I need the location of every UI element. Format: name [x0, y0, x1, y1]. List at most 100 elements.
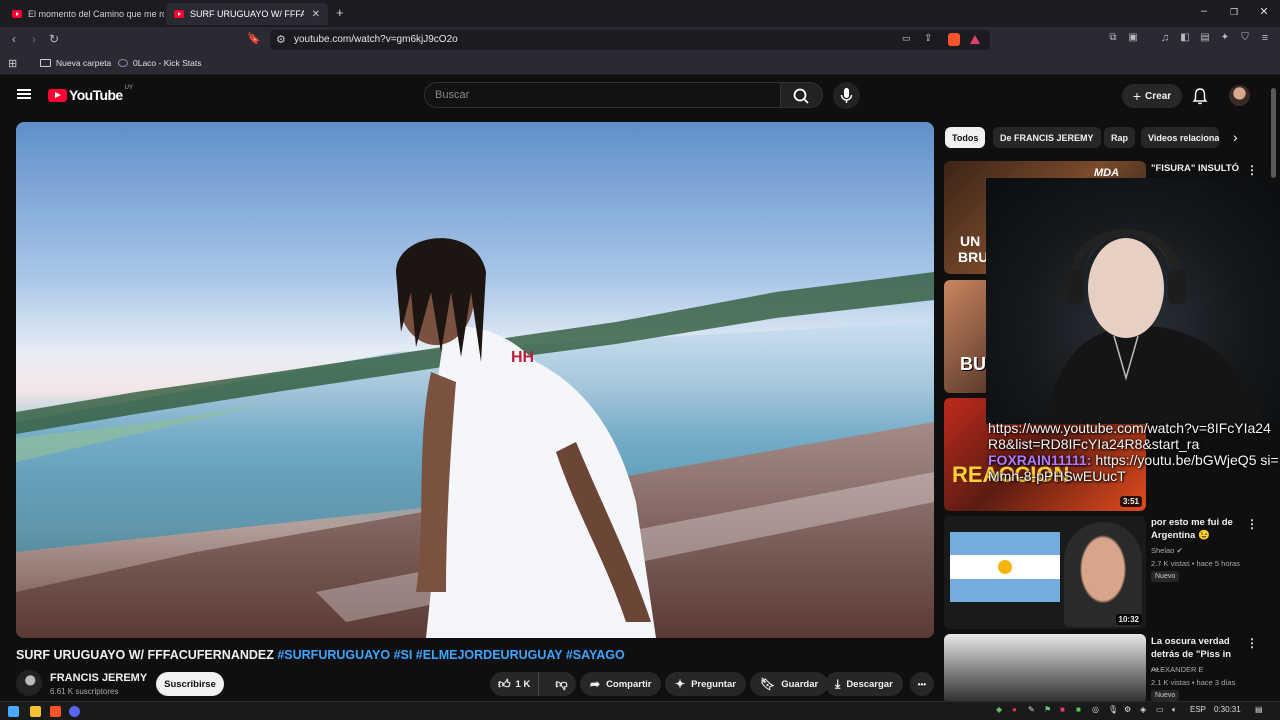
save-button[interactable]: 🔖︎ Guardar: [750, 672, 829, 696]
create-button[interactable]: + Crear: [1122, 84, 1182, 108]
minimize-icon[interactable]: –: [1196, 5, 1212, 17]
restore-icon[interactable]: ❐: [1226, 7, 1242, 18]
tab-label: SURF URUGUAYO W/ FFFACUFER: [190, 9, 304, 19]
scrollbar-thumb[interactable]: [1271, 88, 1276, 178]
folder-icon: [40, 59, 51, 67]
site-settings-icon[interactable]: ⚙: [276, 33, 286, 46]
search-input[interactable]: Buscar: [424, 82, 781, 108]
share-icon[interactable]: ⇪: [924, 33, 932, 44]
menu-icon[interactable]: ≡: [1257, 32, 1273, 44]
brave-rewards-icon[interactable]: [970, 35, 980, 44]
clock[interactable]: 0:30:31: [1214, 705, 1241, 714]
search-icon: [793, 88, 809, 104]
link-icon: [118, 59, 128, 67]
windows-start-icon[interactable]: [8, 706, 19, 717]
video-hashtags[interactable]: #SURFURUGUAYO #SI #ELMEJORDEURUGUAY #SAY…: [277, 648, 624, 662]
more-actions-button[interactable]: •••: [910, 672, 934, 696]
subscribe-button[interactable]: Suscribirse: [156, 672, 224, 696]
save-label: Guardar: [781, 678, 819, 690]
browser-tab[interactable]: El momento del Camino que me rom: [4, 3, 164, 25]
apps-grid-icon[interactable]: ⊞: [8, 57, 17, 70]
bookmark-folder[interactable]: Nueva carpeta: [40, 58, 111, 68]
sidebar-icon[interactable]: ◧: [1177, 32, 1193, 43]
ask-button[interactable]: ✦ Preguntar: [665, 672, 746, 696]
tray-icon[interactable]: ■: [1060, 705, 1065, 714]
share-label: Compartir: [606, 678, 652, 690]
language-indicator[interactable]: ESP: [1190, 705, 1206, 714]
brave-browser-icon[interactable]: [50, 706, 61, 717]
discord-icon[interactable]: [69, 706, 80, 717]
new-badge: Nuevo: [1151, 571, 1180, 582]
recommendation-thumbnail[interactable]: [944, 634, 1146, 704]
youtube-logo[interactable]: YouTube UY: [48, 85, 133, 103]
address-bar[interactable]: youtube.com/watch?v=gm6kjJ9cO2o: [270, 30, 990, 50]
forward-icon[interactable]: ›: [26, 32, 42, 46]
page-scrollbar[interactable]: [1271, 88, 1276, 698]
video-duration: 10:32: [1115, 614, 1142, 625]
voice-search-button[interactable]: [833, 82, 860, 109]
wallet-icon[interactable]: ▤: [1197, 32, 1213, 43]
microphone-tray-icon[interactable]: 🎙︎: [1108, 705, 1118, 714]
notifications-icon[interactable]: ▤: [1255, 705, 1263, 714]
youtube-play-icon: [48, 88, 67, 102]
video-title-text: SURF URUGUAYO W/ FFFACUFERNANDEZ: [16, 648, 278, 662]
recommendation-title[interactable]: por esto me fui de Argentina 😉: [1151, 516, 1241, 542]
bookmark-save-icon: 🔖︎: [760, 677, 776, 691]
bookmark-link[interactable]: 0Laco - Kick Stats: [118, 58, 202, 68]
file-explorer-icon[interactable]: [30, 706, 41, 717]
back-icon[interactable]: ‹: [6, 32, 22, 46]
tray-icon[interactable]: ✎: [1028, 705, 1035, 714]
ai-icon[interactable]: ✦: [1217, 32, 1233, 43]
close-tab-icon[interactable]: ✕: [312, 9, 320, 20]
recommendation-menu-icon[interactable]: ⋮: [1246, 163, 1258, 177]
volume-icon[interactable]: 🔈︎: [1172, 705, 1177, 715]
close-window-icon[interactable]: ✕: [1256, 5, 1272, 18]
tray-icon[interactable]: ⚑: [1044, 705, 1051, 714]
reader-icon[interactable]: ▣: [1125, 32, 1141, 43]
channel-avatar[interactable]: [16, 670, 42, 696]
channel-name[interactable]: FRANCIS JEREMY: [50, 672, 147, 684]
thumbs-up-icon: 👍︎: [498, 676, 511, 691]
search-button[interactable]: [781, 82, 823, 108]
download-button[interactable]: ⤓ Descargar: [825, 672, 903, 696]
recommendation-thumbnail[interactable]: 10:32: [944, 516, 1146, 629]
youtube-favicon-icon: [174, 10, 184, 18]
recommendation-menu-icon[interactable]: ⋮: [1246, 636, 1258, 650]
recommendation-channel[interactable]: Shelao ✔: [1151, 544, 1183, 557]
video-duration: 3:51: [1119, 496, 1142, 507]
bookmark-icon[interactable]: 🔖: [246, 32, 262, 45]
cast-icon[interactable]: ▭: [902, 33, 911, 44]
tray-icon[interactable]: ●: [1012, 705, 1017, 714]
shield-icon[interactable]: ⛉: [1237, 32, 1253, 43]
tray-icon[interactable]: ■: [1076, 705, 1081, 714]
dislike-button[interactable]: 👎︎: [545, 677, 577, 692]
tray-icon[interactable]: ◎: [1092, 705, 1099, 714]
tray-icon[interactable]: ⚙: [1124, 705, 1131, 714]
brave-shield-icon[interactable]: [948, 33, 960, 46]
video-player[interactable]: HH: [16, 122, 934, 638]
subscriber-count: 6.61 K suscriptores: [50, 687, 119, 696]
chat-username: FOXRAIN11111:: [988, 452, 1092, 468]
chat-message: https://www.youtube.com/watch?v=8IFcYIa2…: [988, 420, 1271, 452]
share-button[interactable]: ➦ Compartir: [580, 672, 662, 696]
notifications-bell-icon[interactable]: [1192, 87, 1208, 105]
network-icon[interactable]: ▭: [1156, 705, 1164, 714]
chip-all[interactable]: Todos: [945, 127, 986, 148]
new-tab-button[interactable]: +: [336, 5, 344, 20]
like-button[interactable]: 👍︎ 1 K: [490, 672, 540, 696]
browser-tab-bar: El momento del Camino que me rom SURF UR…: [0, 0, 1280, 27]
recommendation-channel[interactable]: ALEXANDER E: [1151, 663, 1204, 676]
tray-icon[interactable]: ◆: [996, 705, 1002, 714]
chip-channel[interactable]: De FRANCIS JEREMY: [993, 127, 1101, 148]
user-avatar[interactable]: [1229, 85, 1250, 106]
tray-icon[interactable]: ◈: [1140, 705, 1146, 714]
extensions-icon[interactable]: ⧉: [1105, 32, 1121, 43]
recommendation-menu-icon[interactable]: ⋮: [1246, 517, 1258, 531]
reload-icon[interactable]: ↻: [46, 32, 62, 46]
chip-related[interactable]: Videos relaciona: [1141, 127, 1219, 148]
chip-rap[interactable]: Rap: [1104, 127, 1136, 148]
chevron-right-icon[interactable]: ›: [1233, 129, 1238, 145]
hamburger-menu-icon[interactable]: [17, 89, 31, 99]
music-icon[interactable]: ♫: [1157, 32, 1173, 44]
browser-tab-active[interactable]: SURF URUGUAYO W/ FFFACUFER ✕: [166, 3, 328, 25]
